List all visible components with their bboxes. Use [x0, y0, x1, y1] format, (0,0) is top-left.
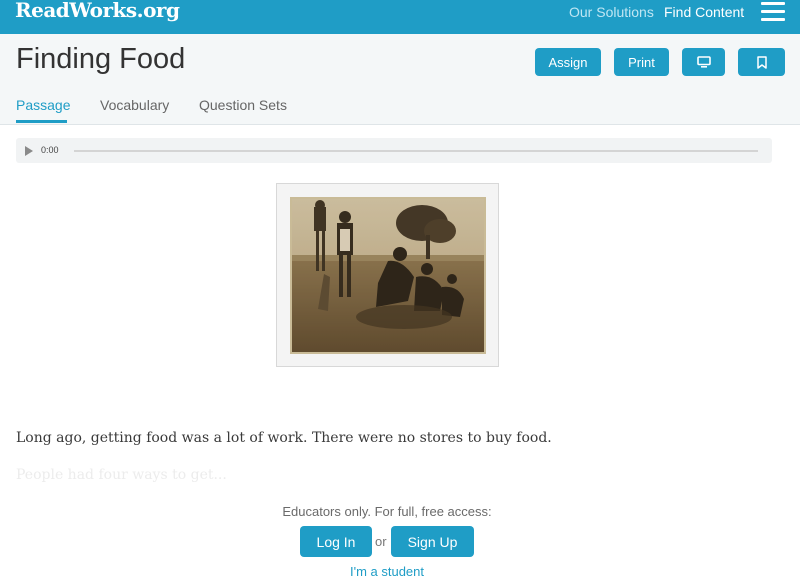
readworks-logo[interactable]: ReadWorks.org — [15, 0, 180, 22]
passage-image-frame — [276, 183, 499, 367]
nav-our-solutions[interactable]: Our Solutions — [569, 4, 654, 20]
educator-access-prompt: Educators only. For full, free access: — [282, 504, 492, 519]
student-link[interactable]: I'm a student — [0, 564, 774, 577]
passage-photo — [290, 197, 486, 354]
save-bookmark-button[interactable] — [738, 48, 785, 76]
sign-up-button[interactable]: Sign Up — [391, 526, 474, 557]
tab-question-sets[interactable]: Question Sets — [199, 97, 287, 113]
print-button[interactable]: Print — [614, 48, 669, 76]
passage-text-faded: People had four ways to get... — [16, 467, 227, 483]
bookmark-icon — [756, 55, 767, 69]
or-separator: or — [375, 534, 387, 549]
present-button[interactable] — [682, 48, 725, 76]
assign-button[interactable]: Assign — [535, 48, 601, 76]
audio-time: 0:00 — [41, 145, 59, 155]
play-icon[interactable] — [25, 146, 33, 156]
photo-illustration — [292, 199, 484, 352]
active-tab-indicator — [16, 120, 67, 123]
audio-progress-track[interactable] — [74, 150, 758, 152]
page-title: Finding Food — [16, 43, 186, 75]
hamburger-menu-icon[interactable] — [761, 2, 785, 22]
log-in-button[interactable]: Log In — [300, 526, 372, 557]
top-nav-bar: ReadWorks.org Our Solutions Find Content — [0, 0, 800, 34]
article-header: Finding Food Assign Print Passage Vocabu… — [0, 34, 800, 125]
passage-text: Long ago, getting food was a lot of work… — [16, 430, 552, 446]
audio-player: 0:00 — [16, 138, 772, 163]
tab-vocabulary[interactable]: Vocabulary — [100, 97, 169, 113]
tab-passage[interactable]: Passage — [16, 97, 70, 113]
nav-find-content[interactable]: Find Content — [664, 4, 744, 20]
monitor-icon — [696, 56, 711, 68]
